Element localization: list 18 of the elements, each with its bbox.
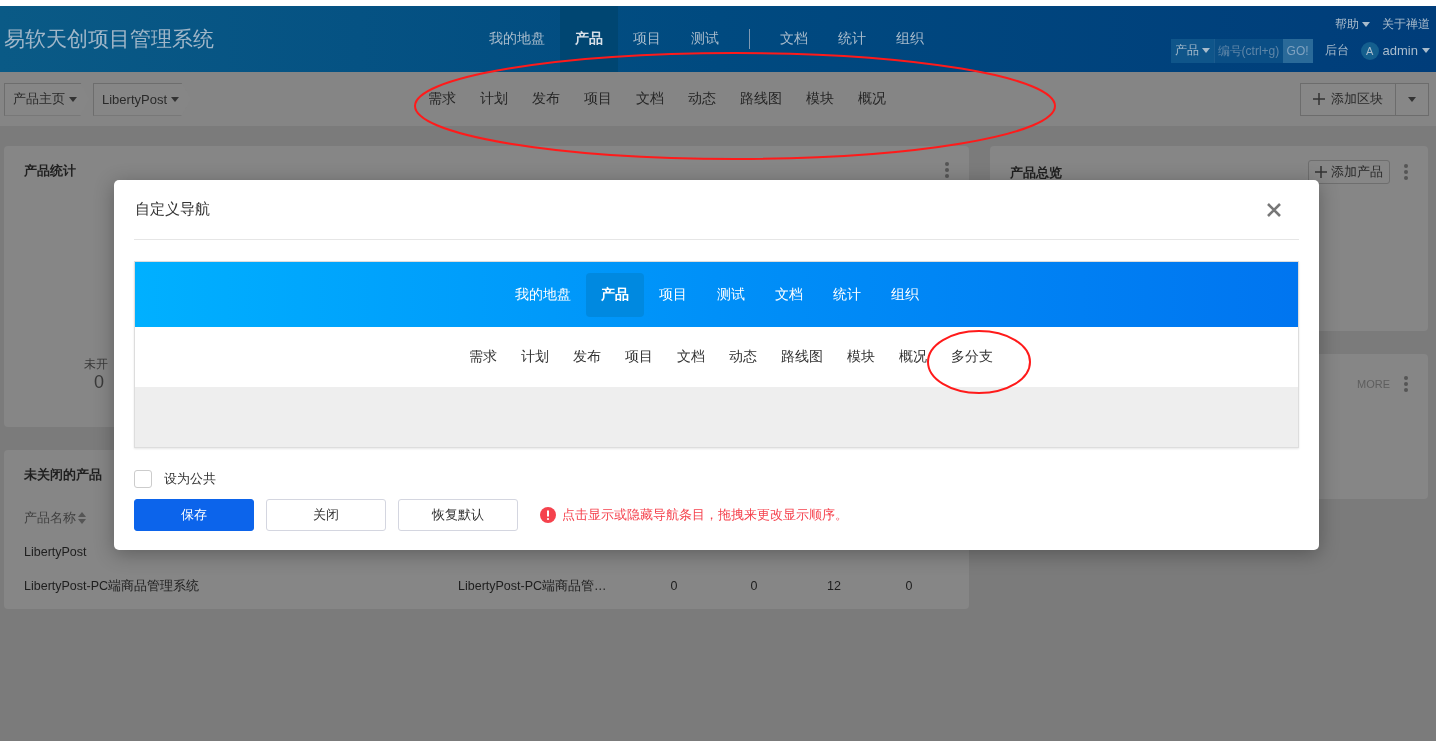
card-title: 未关闭的产品 [24, 466, 102, 484]
table-cell: 12 [827, 579, 841, 593]
table-cell: 0 [670, 579, 678, 593]
card-title: 产品统计 [24, 162, 76, 180]
hint-text: 点击显示或隐藏导航条目，拖拽来更改显示顺序。 [562, 506, 848, 524]
dialog-title: 自定义导航 [135, 200, 210, 219]
user-name: admin [1382, 43, 1418, 58]
app-title: 易软天创项目管理系统 [4, 26, 215, 52]
table-cell: 0 [905, 579, 913, 593]
table-cell: LibertyPost-PC端商品管… [458, 577, 607, 595]
checkbox-label: 设为公共 [164, 470, 216, 488]
table-cell: 0 [750, 579, 758, 593]
card-title: 产品总览 [1010, 164, 1062, 182]
stat-label: 未开 [84, 356, 108, 373]
table-cell: LibertyPost [24, 545, 87, 559]
user-avatar: A [1360, 41, 1379, 60]
stat-value: 0 [94, 372, 104, 393]
table-cell: LibertyPost-PC端商品管理系统 [24, 577, 200, 595]
